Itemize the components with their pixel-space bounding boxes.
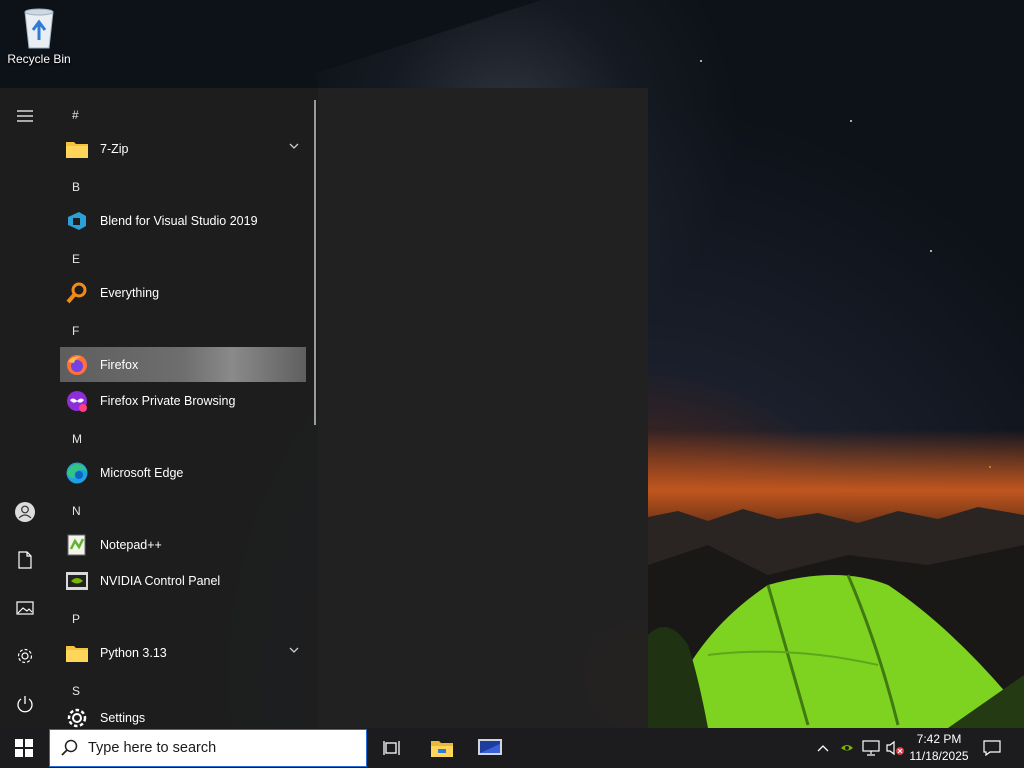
app-label: Microsoft Edge xyxy=(100,465,184,480)
notifications-icon xyxy=(983,740,1001,756)
desktop-icon-recycle-bin[interactable]: Recycle Bin xyxy=(4,6,74,66)
app-label: Firefox Private Browsing xyxy=(100,393,236,408)
app-item-firefox[interactable]: Firefox xyxy=(60,347,306,382)
star xyxy=(850,120,852,122)
start-button[interactable] xyxy=(0,728,48,768)
group-header-n[interactable]: N xyxy=(72,504,81,518)
group-header-p[interactable]: P xyxy=(72,612,80,626)
notepadpp-icon xyxy=(67,534,86,555)
app-label: Settings xyxy=(100,710,146,725)
group-header-m[interactable]: M xyxy=(72,432,82,446)
user-account-icon xyxy=(15,502,35,522)
group-header-e[interactable]: E xyxy=(72,252,80,266)
app-label: Python 3.13 xyxy=(100,645,167,660)
firefox-private-icon xyxy=(67,390,87,412)
star xyxy=(700,60,702,62)
taskbar: Type here to search 7:42 PM 11/18/2025 xyxy=(0,728,1024,768)
network-button[interactable] xyxy=(860,728,882,768)
app-item-nvidia-control-panel[interactable]: NVIDIA Control Panel xyxy=(60,563,306,598)
chevron-down-icon xyxy=(289,143,299,149)
search-icon xyxy=(61,739,78,756)
group-header-hash[interactable]: # xyxy=(72,108,79,122)
start-rail xyxy=(0,88,50,728)
settings-gear-icon xyxy=(67,708,87,727)
remote-desktop-icon xyxy=(478,739,502,755)
taskbar-clock[interactable]: 7:42 PM 11/18/2025 xyxy=(902,731,976,765)
rail-documents-button[interactable] xyxy=(0,540,50,580)
app-item-python[interactable]: Python 3.13 xyxy=(60,635,306,670)
group-header-f[interactable]: F xyxy=(72,324,79,338)
app-label: Firefox xyxy=(100,357,139,372)
mountains-and-tent-wallpaper xyxy=(648,507,1024,728)
power-icon xyxy=(17,696,33,713)
show-hidden-icons-button[interactable] xyxy=(814,728,832,768)
rail-expand-button[interactable] xyxy=(0,96,50,136)
clock-date: 11/18/2025 xyxy=(909,749,969,763)
task-view-button[interactable] xyxy=(368,728,416,768)
group-header-b[interactable]: B xyxy=(72,180,80,194)
app-item-blend[interactable]: Blend for Visual Studio 2019 xyxy=(60,203,306,238)
documents-icon xyxy=(18,551,32,569)
app-label: NVIDIA Control Panel xyxy=(100,573,221,588)
app-item-microsoft-edge[interactable]: Microsoft Edge xyxy=(60,455,306,490)
tiles-area xyxy=(318,88,648,728)
blend-icon xyxy=(68,211,86,230)
app-item-everything[interactable]: Everything xyxy=(60,275,306,310)
start-menu: # 7-Zip B Blend for Visual Studio 2019 E… xyxy=(0,88,648,728)
star xyxy=(989,466,991,468)
app-label: 7-Zip xyxy=(100,141,129,156)
rail-user-button[interactable] xyxy=(0,492,50,532)
chevron-down-icon xyxy=(289,647,299,653)
star xyxy=(930,250,932,252)
rail-power-button[interactable] xyxy=(0,684,50,724)
app-item-firefox-private[interactable]: Firefox Private Browsing xyxy=(60,383,306,418)
show-hidden-icons-chevron xyxy=(817,745,829,752)
app-item-7zip[interactable]: 7-Zip xyxy=(60,131,306,166)
nvidia-icon xyxy=(66,571,88,590)
file-explorer-button[interactable] xyxy=(418,728,466,768)
nvidia-tray-icon xyxy=(841,745,853,751)
action-center-button[interactable] xyxy=(978,728,1006,768)
desktop-icon-label: Recycle Bin xyxy=(7,52,71,66)
settings-gear-icon xyxy=(17,648,33,664)
folder-icon xyxy=(66,645,88,662)
start-windows-icon xyxy=(15,739,33,757)
magnifier-search-icon xyxy=(66,282,87,303)
rail-settings-button[interactable] xyxy=(0,636,50,676)
hamburger-menu-icon xyxy=(17,110,33,122)
search-placeholder: Type here to search xyxy=(88,740,217,756)
taskbar-search-box[interactable]: Type here to search xyxy=(49,729,367,767)
file-explorer-icon xyxy=(431,741,453,757)
clock-time: 7:42 PM xyxy=(916,732,962,746)
app-label: Everything xyxy=(100,285,160,300)
firefox-icon xyxy=(67,354,87,375)
remote-desktop-button[interactable] xyxy=(466,728,514,768)
recycle-bin-icon xyxy=(24,8,54,49)
edge-icon xyxy=(66,462,88,483)
folder-icon xyxy=(66,141,88,158)
pictures-icon xyxy=(16,601,34,615)
task-view-icon xyxy=(383,741,400,755)
app-label: Notepad++ xyxy=(100,537,162,552)
app-item-notepadpp[interactable]: Notepad++ xyxy=(60,527,306,562)
app-list: # 7-Zip B Blend for Visual Studio 2019 E… xyxy=(56,88,312,728)
app-label: Blend for Visual Studio 2019 xyxy=(100,213,258,228)
group-header-s[interactable]: S xyxy=(72,684,80,698)
app-list-scrollbar[interactable] xyxy=(314,100,316,425)
nvidia-tray-button[interactable] xyxy=(838,728,856,768)
app-item-settings[interactable]: Settings xyxy=(60,700,306,728)
rail-pictures-button[interactable] xyxy=(0,588,50,628)
network-icon xyxy=(862,740,880,756)
